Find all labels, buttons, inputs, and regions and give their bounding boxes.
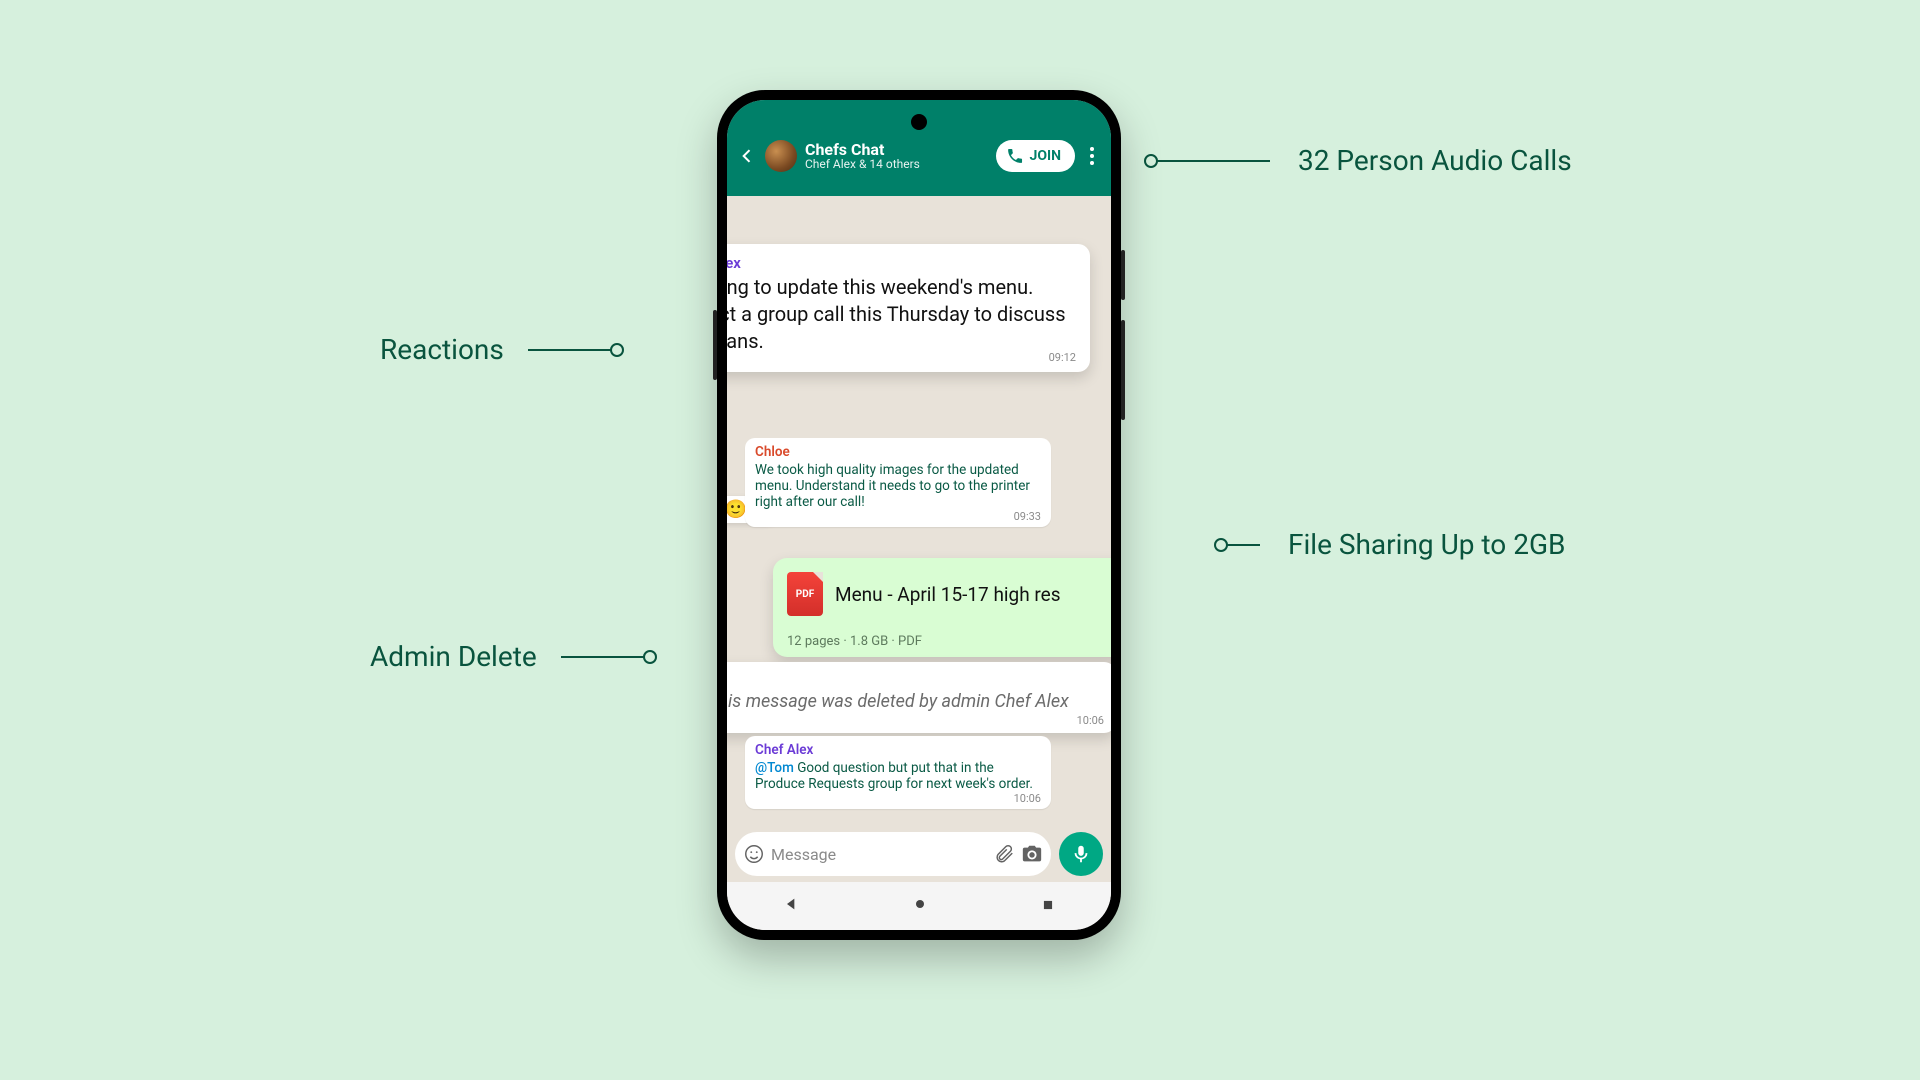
mention[interactable]: @Tom [755,760,794,776]
message-deleted[interactable]: Tom This message was deleted by admin Ch… [727,662,1111,733]
overflow-menu-icon[interactable] [1083,147,1101,165]
file-name: Menu - April 15-17 high res [835,583,1061,606]
emoji-icon[interactable] [743,843,765,865]
phone-side-button [1121,320,1125,420]
message-input[interactable]: Message [735,832,1051,876]
callout-reactions: Reactions [380,333,618,366]
message-sender: Chef Alex [755,742,1041,758]
camera-icon[interactable] [1021,843,1043,865]
back-icon[interactable] [737,146,757,166]
nav-recents-icon[interactable] [1041,897,1055,916]
chat-area: Chef Alex Working to update this weekend… [727,168,1111,838]
message-body-text: Good question but put that in the Produc… [755,760,1033,792]
message-time: 09:33 [755,510,1041,523]
message-body: Working to update this weekend's menu. E… [727,274,1076,355]
message-sender: Tom [727,670,1104,688]
file-meta: 12 pages · 1.8 GB · PDF [787,634,922,649]
chat-title-block[interactable]: Chefs Chat Chef Alex & 14 others [805,141,988,172]
pdf-badge: PDF [796,589,814,600]
message-sender: Chloe [755,444,1041,460]
android-nav-bar [727,882,1111,930]
message-incoming[interactable]: Chloe We took high quality images for th… [745,438,1051,527]
callout-reactions-label: Reactions [380,333,504,366]
message-time: 10:06 [727,714,1104,727]
phone-camera-notch [911,114,927,130]
message-time: 10:06 [755,792,1041,805]
input-placeholder: Message [771,845,987,864]
attach-icon[interactable] [993,843,1015,865]
nav-back-icon[interactable] [783,896,799,916]
message-body: @Tom Good question but put that in the P… [755,760,1041,792]
phone-frame: Chefs Chat Chef Alex & 14 others JOIN Ch… [717,90,1121,940]
phone-screen: Chefs Chat Chef Alex & 14 others JOIN Ch… [727,100,1111,930]
callout-admin-delete: Admin Delete [370,640,651,673]
message-incoming[interactable]: Chef Alex @Tom Good question but put tha… [745,736,1051,809]
deleted-message-text: This message was deleted by admin Chef A… [727,690,1104,713]
mic-button[interactable] [1059,832,1103,876]
chat-subtitle: Chef Alex & 14 others [805,158,988,171]
message-body: We took high quality images for the upda… [755,462,1041,510]
phone-side-button [1121,250,1125,300]
join-call-button[interactable]: JOIN [996,140,1075,172]
pdf-file-icon: PDF [787,572,823,616]
callout-audio-calls: 32 Person Audio Calls [1150,144,1572,177]
phone-side-button [713,310,717,380]
chat-title: Chefs Chat [805,141,988,159]
message-sender: Chef Alex [727,254,1076,272]
callout-file-sharing: File Sharing Up to 2GB [1220,528,1565,561]
message-outgoing-file[interactable]: PDF Menu - April 15-17 high res 12 pages… [773,558,1111,657]
message-incoming[interactable]: Chef Alex Working to update this weekend… [727,244,1090,372]
message-time: 09:12 [727,351,1076,364]
message-input-bar: Message [727,826,1111,882]
group-avatar[interactable] [765,140,797,172]
join-button-label: JOIN [1030,148,1061,164]
callout-delete-label: Admin Delete [370,640,537,673]
nav-home-icon[interactable] [912,896,928,916]
callout-audio-label: 32 Person Audio Calls [1298,144,1572,177]
callout-file-label: File Sharing Up to 2GB [1288,528,1565,561]
